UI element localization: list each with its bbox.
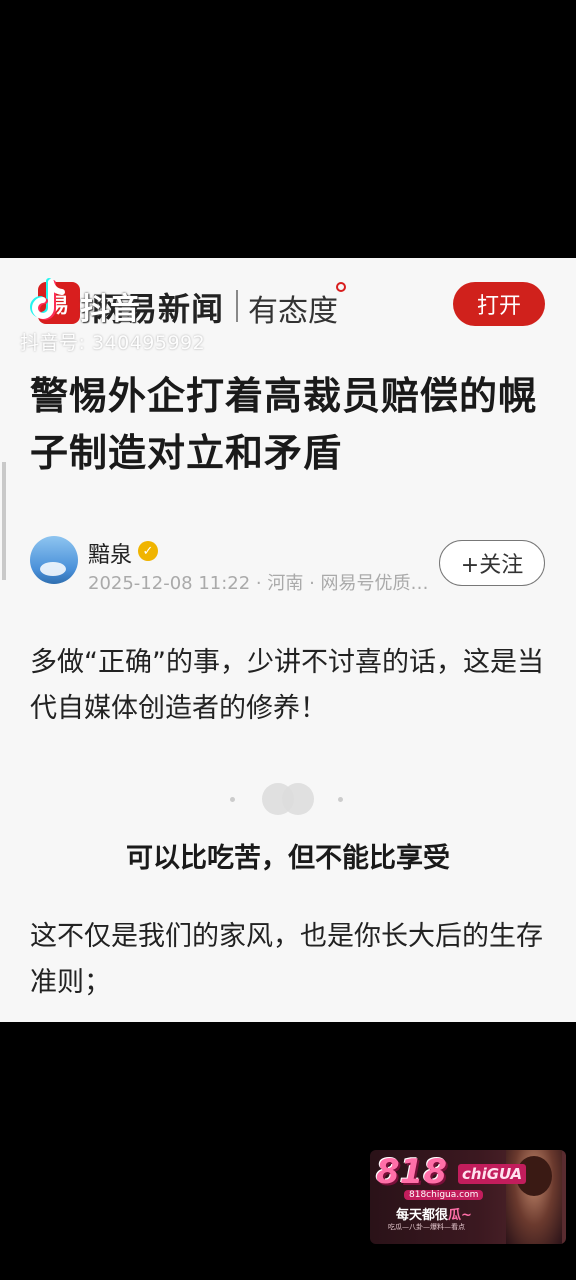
divider-dot-right — [338, 797, 343, 802]
tiktok-account-id: 抖音号: 340495992 — [20, 332, 206, 354]
follow-button[interactable]: +关注 — [439, 540, 545, 586]
ad-slogan-highlight: 瓜~ — [448, 1208, 472, 1223]
author-avatar[interactable] — [30, 536, 78, 584]
ad-slogan-prefix: 每天都很 — [396, 1208, 449, 1223]
divider-dot-left — [230, 797, 235, 802]
divider-circle-right — [282, 783, 314, 815]
ad-url: 818chigua.com — [404, 1190, 484, 1200]
author-name[interactable]: 黯泉 — [88, 537, 132, 569]
scroll-indicator — [2, 462, 6, 580]
article-title: 警惕外企打着高裁员赔偿的幌子制造对立和矛盾 — [30, 374, 538, 475]
article-paragraph: 这不仅是我们的家风，也是你长大后的生存准则； — [30, 921, 543, 998]
brand-slogan: 有态度 — [248, 294, 338, 329]
tiktok-watermark-name: 抖音 — [80, 292, 140, 327]
brand-divider — [236, 290, 238, 322]
section-divider — [230, 783, 346, 817]
ad-banner[interactable]: 818 chiGUA 818chigua.com 每天都很瓜~ 吃瓜—八卦—爆料… — [370, 1150, 566, 1244]
ad-subtext: 吃瓜—八卦—爆料—看点 — [388, 1223, 465, 1231]
slogan-circle-icon — [336, 282, 346, 292]
tiktok-icon — [30, 278, 65, 320]
ad-slogan: 每天都很瓜~ — [396, 1204, 472, 1223]
open-app-button[interactable]: 打开 — [453, 282, 545, 326]
top-letterbox — [0, 0, 576, 258]
article-paragraph: 多做“正确”的事，少讲不讨喜的话，这是当代自媒体创造者的修养！ — [30, 647, 544, 724]
ad-logo-suffix: chiGUA — [458, 1164, 527, 1184]
verified-badge-icon: ✓ — [138, 541, 158, 561]
ad-logo: 818 — [376, 1152, 447, 1192]
section-heading: 可以比吃苦，但不能比享受 — [126, 843, 450, 874]
article-meta: 2025-12-08 11:22 · 河南 · 网易号优质… — [88, 573, 429, 594]
